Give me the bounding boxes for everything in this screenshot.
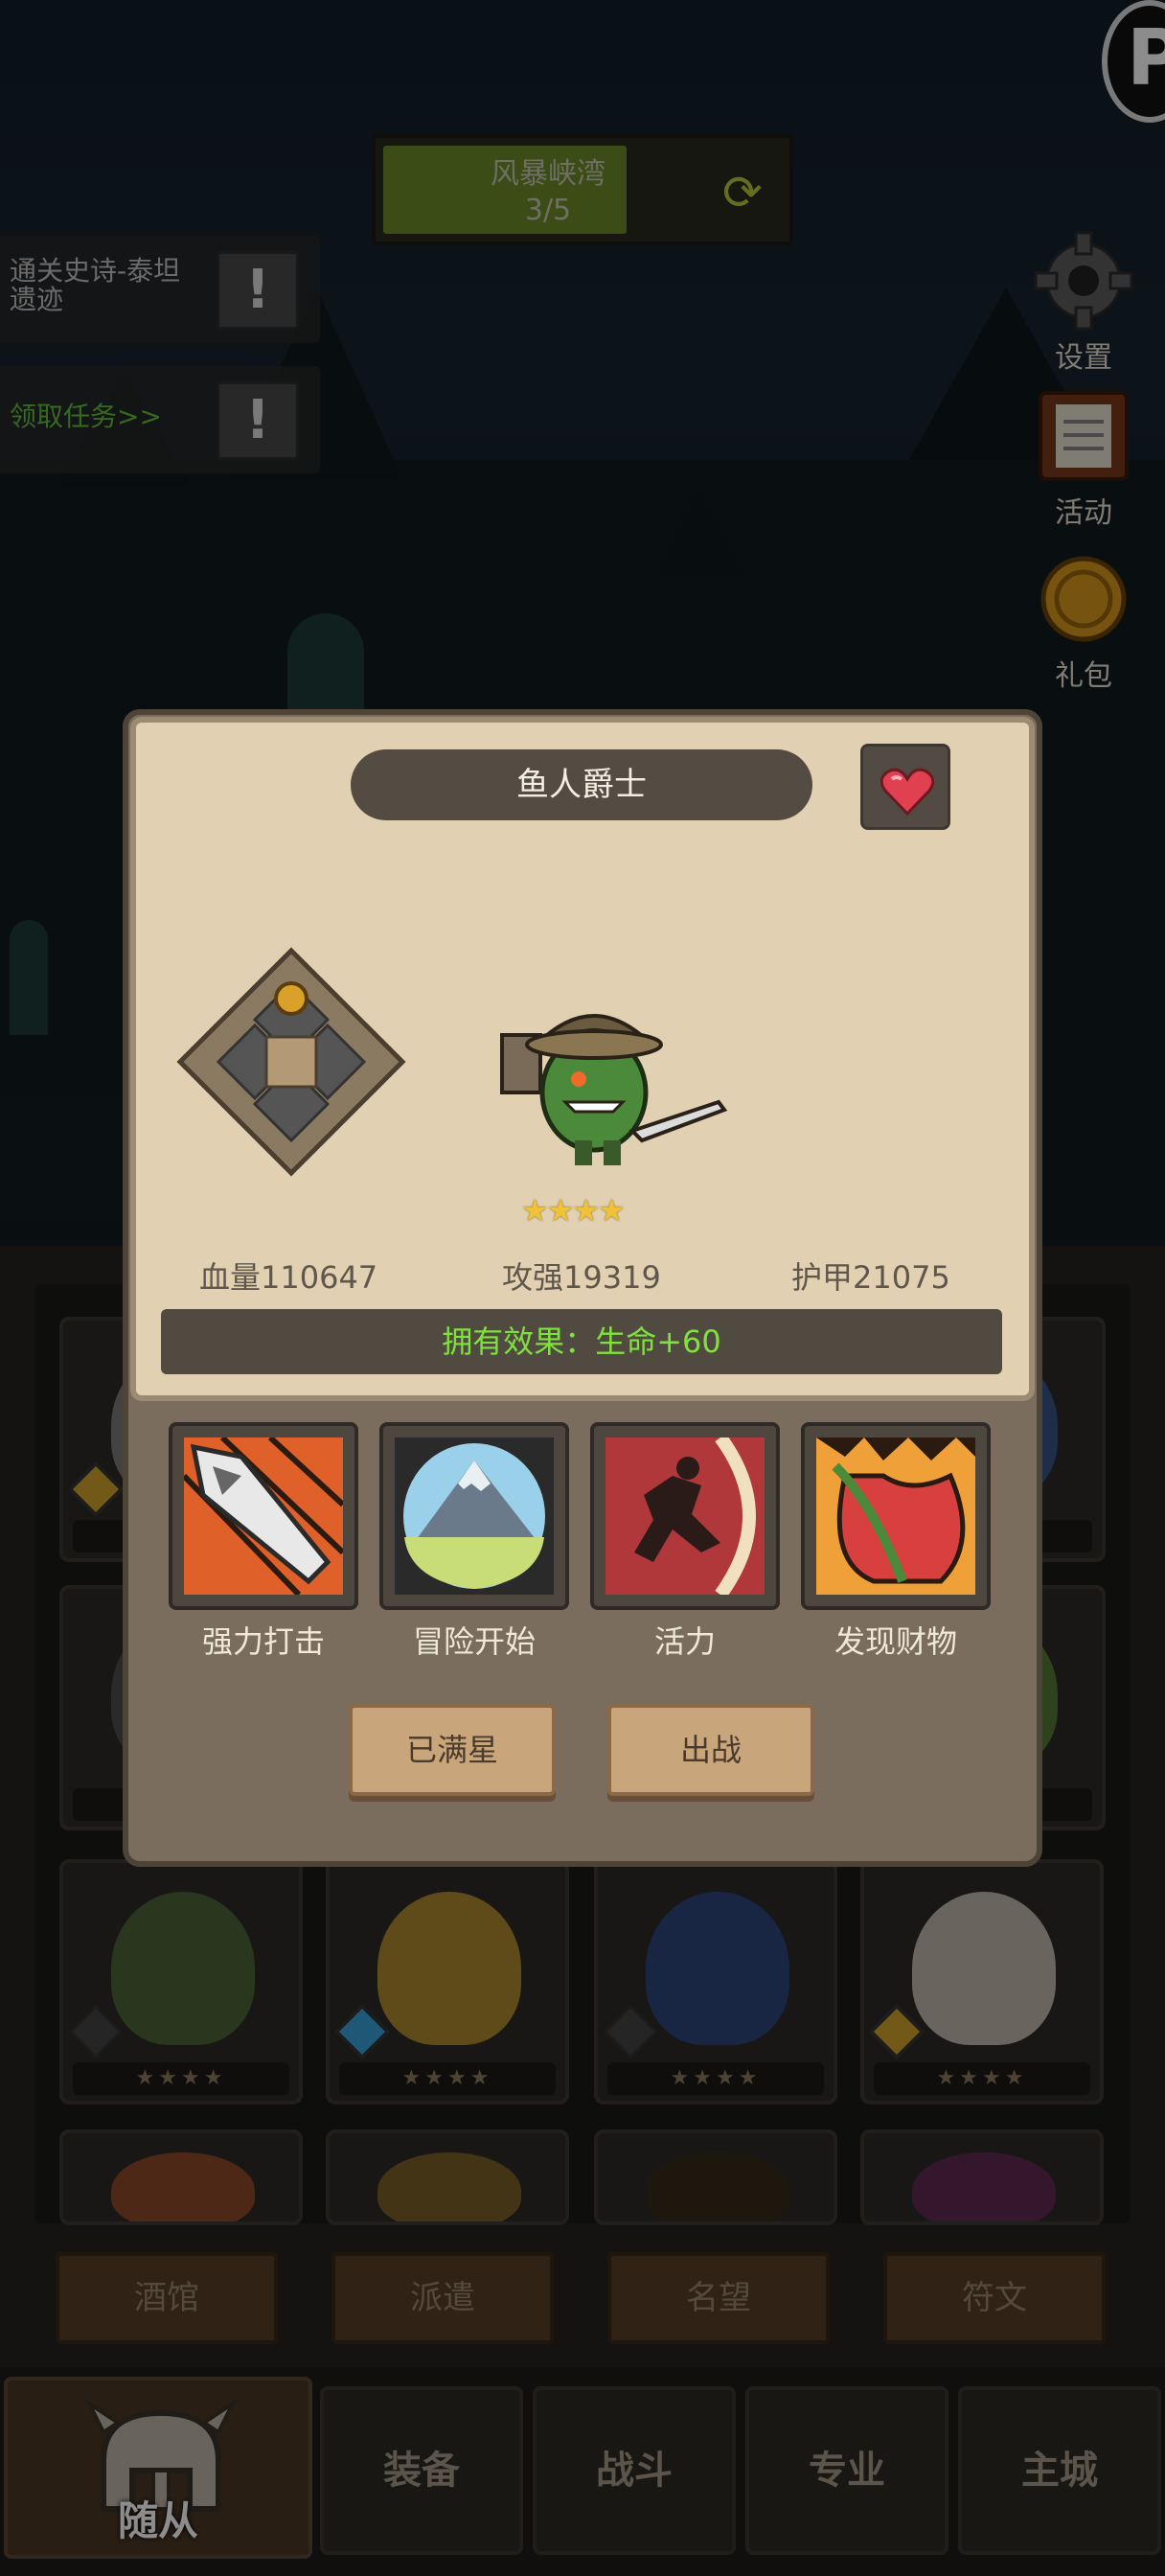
favorite-button[interactable] <box>860 744 950 830</box>
skill-label: 强力打击 <box>201 1623 325 1660</box>
skill-vitality[interactable] <box>590 1422 780 1610</box>
skill-find-treasure[interactable] <box>801 1422 991 1610</box>
sword-icon <box>184 1438 343 1595</box>
hero-hp: 血量110647 <box>199 1259 378 1296</box>
heart-icon <box>880 768 934 816</box>
skill-label: 活力 <box>653 1623 716 1660</box>
skill-power-strike[interactable] <box>169 1422 358 1610</box>
mountain-icon <box>395 1438 554 1595</box>
loot-bag-icon <box>816 1438 975 1595</box>
hero-armor: 护甲21075 <box>791 1259 950 1296</box>
skill-label: 冒险开始 <box>412 1623 536 1660</box>
hero-portrait <box>500 1014 728 1165</box>
hero-name: 鱼人爵士 <box>351 749 812 820</box>
skill-adventure-begin[interactable] <box>379 1422 569 1610</box>
owned-effect: 拥有效果：生命+60 <box>161 1309 1002 1374</box>
max-star-button[interactable]: 已满星 <box>349 1704 556 1796</box>
deploy-button[interactable]: 出战 <box>607 1704 814 1796</box>
skill-label: 发现财物 <box>834 1623 957 1660</box>
equipment-slot[interactable] <box>174 945 408 1179</box>
hero-attack: 攻强19319 <box>502 1259 661 1296</box>
hero-star-rating: ★★★★ <box>521 1192 626 1229</box>
runner-icon <box>605 1438 765 1595</box>
